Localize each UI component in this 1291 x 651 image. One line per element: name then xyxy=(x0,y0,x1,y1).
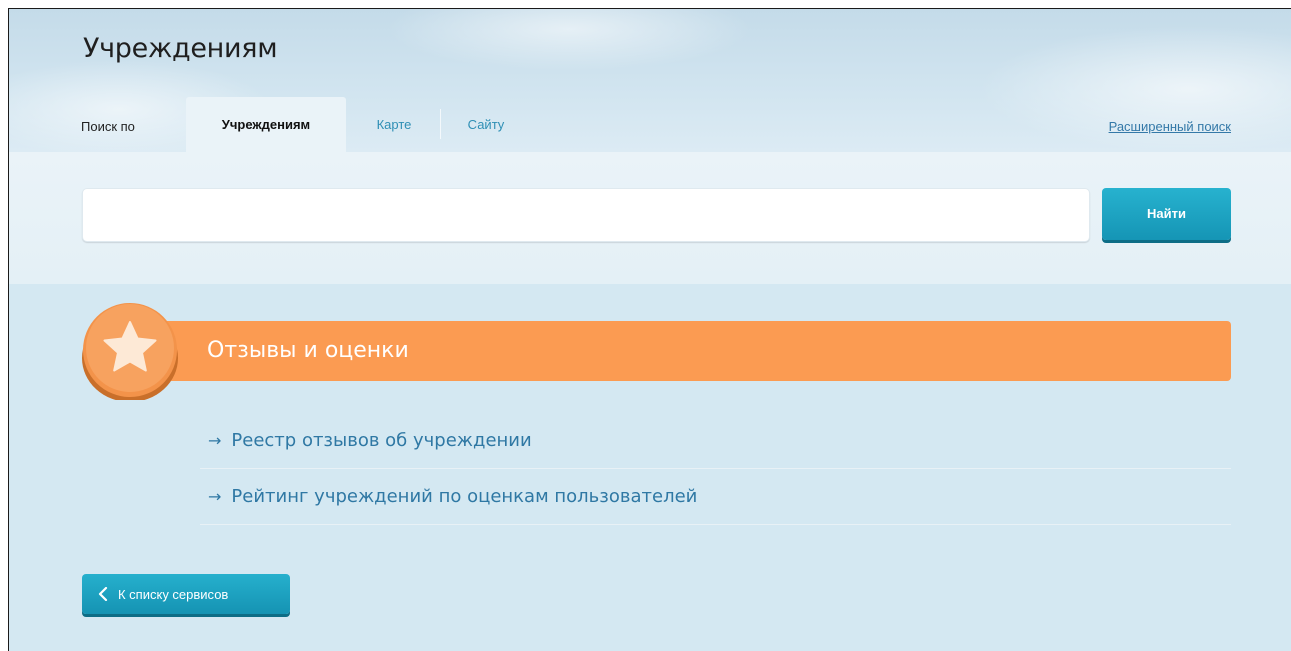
link-label: Рейтинг учреждений по оценкам пользовате… xyxy=(231,486,698,507)
section-header-bar: Отзывы и оценки xyxy=(129,321,1231,381)
link-reviews-registry[interactable]: → Реестр отзывов об учреждении xyxy=(200,413,1231,469)
tab-map[interactable]: Карте xyxy=(364,97,424,152)
back-button-label: К списку сервисов xyxy=(118,586,229,602)
find-button[interactable]: Найти xyxy=(1102,188,1231,240)
arrow-right-icon: → xyxy=(208,431,222,450)
tabs-prefix-label: Поиск по xyxy=(81,119,135,134)
section-title: Отзывы и оценки xyxy=(207,338,409,363)
search-panel: Найти xyxy=(9,152,1291,284)
chevron-left-icon xyxy=(98,587,108,601)
link-label: Реестр отзывов об учреждении xyxy=(231,430,532,451)
back-to-services-button[interactable]: К списку сервисов xyxy=(82,574,290,614)
advanced-search-link[interactable]: Расширенный поиск xyxy=(1109,119,1231,134)
page-frame: Учреждениям Поиск по Учреждениям Карте С… xyxy=(8,8,1291,651)
service-links: → Реестр отзывов об учреждении → Рейтинг… xyxy=(200,413,1231,525)
tab-divider xyxy=(440,109,441,139)
star-icon xyxy=(82,303,178,400)
search-input[interactable] xyxy=(82,188,1090,242)
arrow-right-icon: → xyxy=(208,487,222,506)
reviews-section: Отзывы и оценки → Реестр отзывов об учре… xyxy=(9,284,1291,651)
page-title: Учреждениям xyxy=(83,33,278,64)
page-header: Учреждениям Поиск по Учреждениям Карте С… xyxy=(9,9,1291,152)
tab-site[interactable]: Сайту xyxy=(456,97,516,152)
tab-institutions[interactable]: Учреждениям xyxy=(186,97,346,152)
link-institutions-rating[interactable]: → Рейтинг учреждений по оценкам пользова… xyxy=(200,469,1231,525)
search-tabs: Поиск по Учреждениям Карте Сайту Расшире… xyxy=(9,97,1291,152)
